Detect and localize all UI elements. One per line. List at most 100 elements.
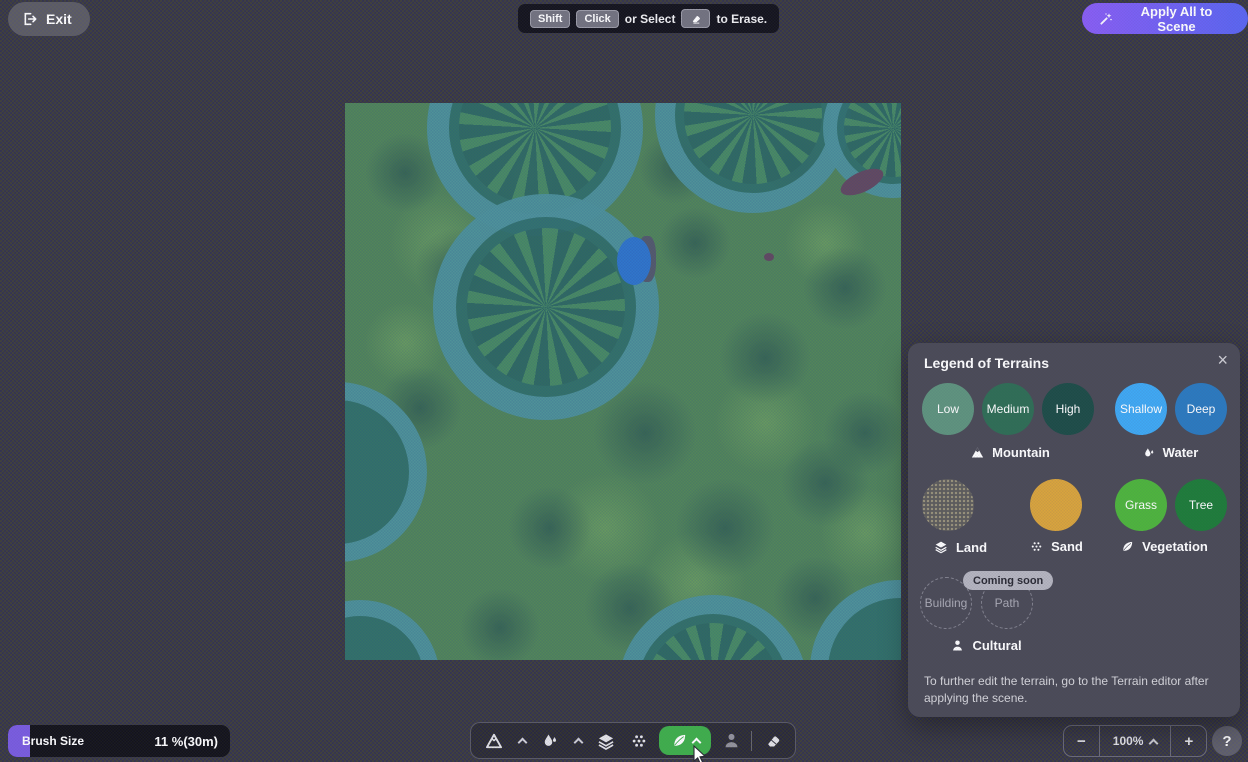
terrain-feature-blotch <box>675 478 775 578</box>
water-tool-button[interactable] <box>537 727 563 755</box>
terrain-swatch-water-deep[interactable]: Deep <box>1175 383 1227 435</box>
swatch-label: Deep <box>1187 402 1216 416</box>
apply-label: Apply All to Scene <box>1121 4 1232 34</box>
legend-group-land: Land <box>908 539 1012 555</box>
eraser-tool-button[interactable] <box>759 727 785 755</box>
zoom-out-button[interactable]: − <box>1064 726 1099 756</box>
water-icon <box>1142 445 1156 460</box>
group-label-text: Land <box>956 540 987 555</box>
terrain-feature-blotch <box>508 486 592 570</box>
help-button[interactable]: ? <box>1212 726 1242 756</box>
terrain-feature-trees <box>467 228 625 386</box>
terrain-swatch-mountain-high[interactable]: High <box>1042 383 1094 435</box>
zoom-level-value: 100% <box>1113 734 1144 748</box>
magic-wand-icon <box>1098 11 1114 27</box>
eraser-icon <box>689 12 702 25</box>
vegetation-tool-button-active[interactable] <box>659 726 711 755</box>
group-label-text: Water <box>1163 445 1199 460</box>
terrain-swatch-mountain-medium[interactable]: Medium <box>982 383 1034 435</box>
terrain-swatch-land[interactable] <box>922 479 974 531</box>
layers-icon <box>933 539 949 555</box>
group-label-text: Cultural <box>972 638 1021 653</box>
terrain-feature-trees <box>684 103 821 184</box>
swatch-label: Grass <box>1125 498 1157 512</box>
person-icon <box>950 638 965 653</box>
terrain-swatch-sand[interactable] <box>1030 479 1082 531</box>
swatch-label: Medium <box>987 402 1030 416</box>
terrain-swatch-tree[interactable]: Tree <box>1175 479 1227 531</box>
terrain-feature-trees <box>844 103 901 177</box>
swatch-label: High <box>1056 402 1081 416</box>
mountain-icon <box>970 445 985 460</box>
erase-hint-tooltip: Shift Click or Select to Erase. <box>518 4 779 33</box>
zoom-level-button[interactable]: 100% <box>1100 726 1171 756</box>
terrain-feature-maroon <box>764 253 774 261</box>
close-icon[interactable]: × <box>1217 351 1228 369</box>
brush-size-value: 11 %(30m) <box>154 734 218 749</box>
exit-icon <box>22 11 38 27</box>
terrain-feature-ring <box>345 600 440 660</box>
water-icon <box>541 731 559 750</box>
toolbar-divider <box>751 731 752 751</box>
eraser-keycap <box>681 9 710 28</box>
mountain-tool-expand-button[interactable] <box>514 727 530 755</box>
water-tool-expand-button[interactable] <box>570 727 586 755</box>
chevron-up-icon <box>1149 738 1159 748</box>
terrain-swatch-water-shallow[interactable]: Shallow <box>1115 383 1167 435</box>
terrain-feature-blotch <box>719 312 811 404</box>
legend-group-water: Water <box>1108 445 1232 460</box>
sand-tool-button[interactable] <box>626 727 652 755</box>
terrain-feature-blotch <box>823 391 901 475</box>
swatch-label: Low <box>937 402 959 416</box>
exit-label: Exit <box>46 11 72 27</box>
brush-size-label: Brush Size <box>22 734 84 748</box>
shift-keycap: Shift <box>530 10 570 28</box>
hint-text-mid: or Select <box>625 12 676 26</box>
group-label-text: Mountain <box>992 445 1050 460</box>
exit-button[interactable]: Exit <box>8 2 90 36</box>
terrain-map-canvas[interactable] <box>345 103 901 660</box>
group-label-text: Sand <box>1051 539 1083 554</box>
terrain-feature-blotch <box>803 246 887 330</box>
layers-icon <box>596 731 616 751</box>
legend-title: Legend of Terrains <box>924 355 1049 371</box>
land-tool-button[interactable] <box>593 727 619 755</box>
terrain-feature-lake <box>617 237 651 285</box>
terrain-swatch-grass[interactable]: Grass <box>1115 479 1167 531</box>
swatch-label: Shallow <box>1120 402 1162 416</box>
cultural-tool-button-disabled <box>718 727 744 755</box>
apply-all-to-scene-button[interactable]: Apply All to Scene <box>1082 3 1248 34</box>
terrain-map-features <box>345 103 901 660</box>
person-icon <box>722 731 741 750</box>
mountain-tool-button[interactable] <box>481 727 507 755</box>
mountain-icon <box>484 731 504 751</box>
legend-group-mountain: Mountain <box>948 445 1072 460</box>
legend-group-cultural: Cultural <box>916 638 1056 653</box>
eraser-icon <box>763 731 782 750</box>
hint-text-suffix: to Erase. <box>716 12 767 26</box>
chevron-up-icon <box>573 738 583 748</box>
terrain-feature-ring <box>433 194 659 420</box>
legend-group-vegetation: Vegetation <box>1088 539 1240 554</box>
brush-size-slider[interactable]: Brush Size 11 %(30m) <box>8 725 230 757</box>
sand-dots-icon <box>630 732 648 750</box>
click-keycap: Click <box>576 10 618 28</box>
leaf-icon <box>671 732 688 749</box>
terrain-feature-blotch <box>460 588 540 660</box>
group-label-text: Vegetation <box>1142 539 1208 554</box>
swatch-label: Building <box>925 596 968 610</box>
zoom-controls: − 100% + <box>1063 725 1207 757</box>
swatch-label: Tree <box>1189 498 1213 512</box>
leaf-icon <box>1120 539 1135 554</box>
zoom-in-button[interactable]: + <box>1171 726 1206 756</box>
terrain-tools-toolbar <box>470 722 796 759</box>
chevron-up-icon <box>691 738 701 748</box>
terrain-feature-trees <box>459 103 610 204</box>
coming-soon-badge: Coming soon <box>963 571 1053 590</box>
terrain-swatch-mountain-low[interactable]: Low <box>922 383 974 435</box>
chevron-up-icon <box>517 738 527 748</box>
terrain-feature-trees <box>646 623 780 660</box>
legend-footer-note: To further edit the terrain, go to the T… <box>924 673 1220 708</box>
sand-dots-icon <box>1029 539 1044 554</box>
swatch-label: Path <box>995 596 1020 610</box>
